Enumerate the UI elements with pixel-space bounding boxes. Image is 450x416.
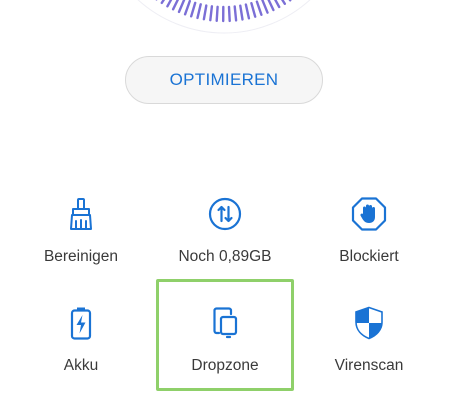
dial-tick: [171, 0, 180, 11]
data-transfer-icon: [205, 194, 245, 234]
battery-icon: [61, 303, 101, 343]
dial-tick: [244, 3, 251, 20]
tile-cleanup-label: Bereinigen: [43, 248, 119, 265]
optimization-dial: [137, 0, 311, 34]
dial-tick: [177, 0, 186, 14]
tile-blocked-label: Blockiert: [339, 248, 399, 265]
dial-tick: [166, 0, 173, 8]
dial-tick: [267, 0, 275, 12]
dial-tick: [189, 1, 197, 18]
dial-tick: [239, 4, 244, 21]
tile-battery-label: Akku: [63, 357, 99, 374]
tile-data-usage[interactable]: Noch 0,89GB: [155, 182, 295, 290]
block-hand-icon: [349, 194, 389, 234]
tile-dropzone[interactable]: Dropzone: [155, 291, 295, 399]
dial-tick: [227, 5, 231, 23]
tile-virus-scan[interactable]: Virenscan: [299, 291, 439, 399]
dropzone-icon: [205, 303, 245, 343]
dial-tick: [215, 5, 219, 22]
dial-tick: [183, 0, 192, 16]
optimize-button[interactable]: OPTIMIEREN: [125, 56, 323, 104]
tile-blocked[interactable]: Blockiert: [299, 182, 439, 290]
tile-data-usage-label: Noch 0,89GB: [178, 248, 272, 265]
dial-tick: [250, 2, 257, 18]
dial-tick: [209, 5, 214, 22]
dial-tick: [233, 5, 238, 22]
broom-icon: [61, 194, 101, 234]
tile-dropzone-label: Dropzone: [191, 357, 259, 374]
tile-virus-scan-label: Virenscan: [334, 357, 404, 374]
dial-tick: [202, 4, 208, 21]
dial-tick: [261, 0, 269, 14]
dial-tick: [255, 0, 263, 17]
dial-tick: [274, 0, 281, 9]
phone-manager-screen: OPTIMIEREN Bereinigen Noch 0,89GB Blocki…: [0, 0, 450, 416]
tile-cleanup[interactable]: Bereinigen: [11, 182, 151, 290]
tile-battery[interactable]: Akku: [11, 291, 151, 399]
dial-tick: [196, 3, 202, 20]
optimize-button-label: OPTIMIEREN: [169, 70, 279, 89]
shield-icon: [349, 303, 389, 343]
